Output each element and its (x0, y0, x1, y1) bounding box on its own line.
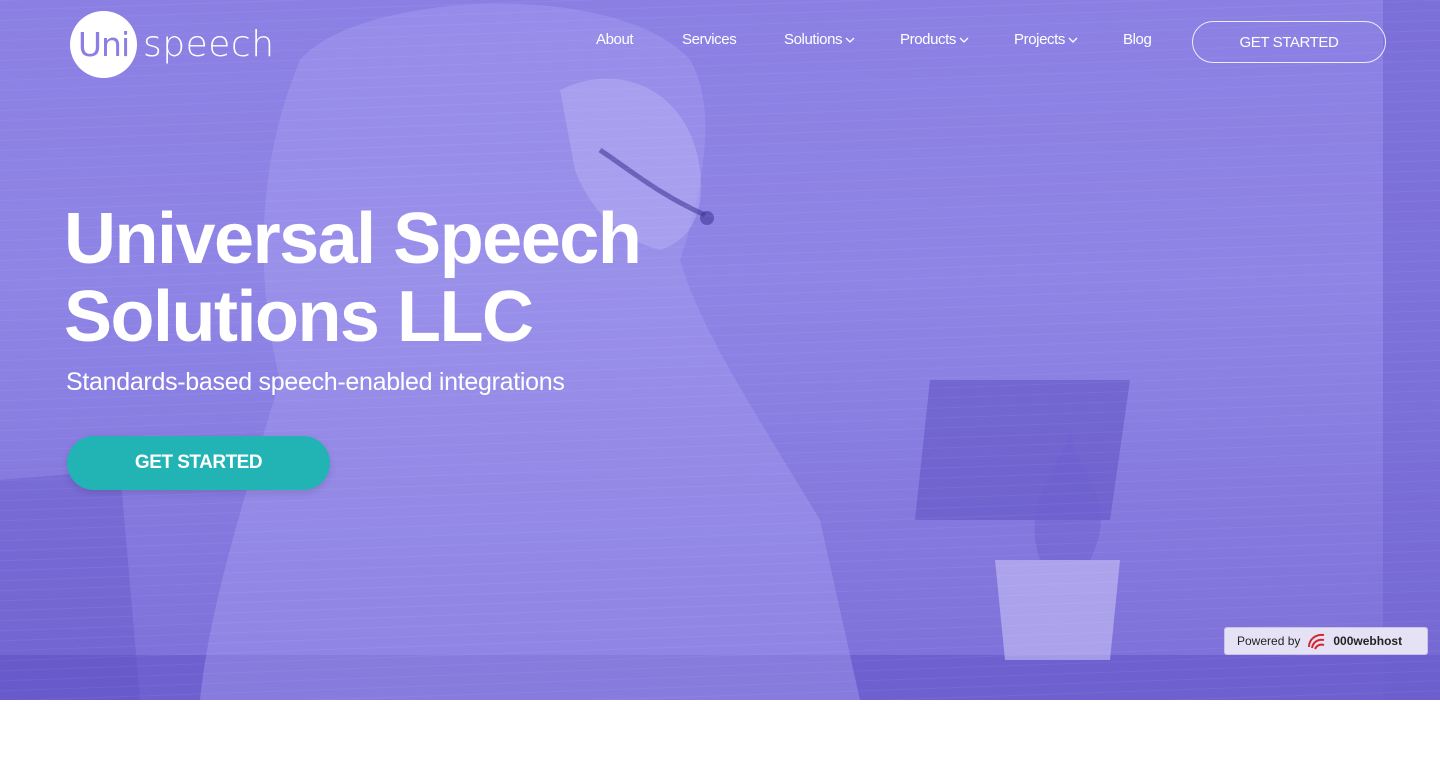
nav-products[interactable]: Products (900, 31, 969, 48)
nav-blog[interactable]: Blog (1123, 31, 1152, 48)
nav-projects-label: Projects (1014, 31, 1065, 48)
webhost-swirl-icon (1308, 633, 1325, 650)
powered-by-badge[interactable]: Powered by 000webhost (1224, 627, 1428, 655)
powered-by-label: Powered by (1237, 634, 1301, 648)
webhost-brand: 000webhost (1333, 634, 1403, 648)
hero-section: Uni speech About Services Solutions Prod… (0, 0, 1440, 700)
nav-solutions[interactable]: Solutions (784, 31, 855, 48)
hero-get-started-button[interactable]: GET STARTED (67, 436, 330, 490)
header-get-started-button[interactable]: GET STARTED (1192, 21, 1386, 63)
nav-products-label: Products (900, 31, 956, 48)
nav-about-label: About (596, 31, 634, 48)
chevron-down-icon (845, 37, 855, 43)
chevron-down-icon (959, 37, 969, 43)
hero-subtitle: Standards-based speech-enabled integrati… (66, 368, 565, 396)
hero-title: Universal Speech Solutions LLC (64, 199, 642, 357)
logo-mark: Uni (70, 10, 137, 78)
nav-services[interactable]: Services (682, 31, 737, 48)
nav-solutions-label: Solutions (784, 31, 843, 48)
logo-wordmark: speech (143, 23, 275, 65)
nav-services-label: Services (682, 31, 737, 48)
nav-about[interactable]: About (596, 31, 634, 48)
unispeech-logo[interactable]: Uni speech (70, 10, 275, 78)
nav-blog-label: Blog (1123, 31, 1152, 48)
chevron-down-icon (1068, 37, 1078, 43)
nav-projects[interactable]: Projects (1014, 31, 1078, 48)
